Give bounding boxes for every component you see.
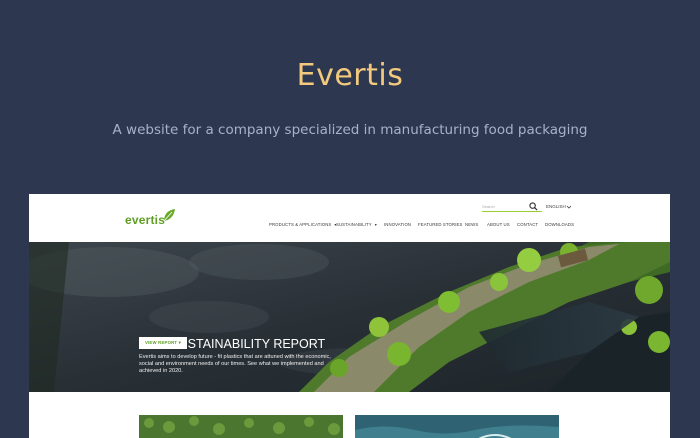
hero-banner: 2020 SUSTAINABILITY REPORT Evertis aims … [29,242,670,392]
nav-item-featured-stories[interactable]: FEATURED STORIES [418,222,462,227]
nav-item-downloads[interactable]: DOWNLOADS [545,222,574,227]
search-icon[interactable] [529,202,538,211]
view-report-button[interactable]: VIEW REPORT ▾ [139,337,187,349]
ocean-image [355,415,559,438]
nav-item-label: SUSTAINABILITY [336,222,372,227]
showcase-title: Evertis [296,58,404,93]
nav-item-label: PRODUCTS & APPLICATIONS [269,222,332,227]
nav-item-news[interactable]: NEWS [465,222,478,227]
nav-item-innovation[interactable]: INNOVATION [384,222,411,227]
language-selector[interactable]: ENGLISH [546,204,566,209]
logo-text: evertis [125,213,166,227]
nav-item-about-us[interactable]: ABOUT US [487,222,510,227]
field-image [139,415,343,438]
story-card-image[interactable] [355,415,559,438]
logo[interactable]: evertis [125,208,185,230]
chevron-down-icon: ▾ [178,340,182,345]
chevron-down-icon: ▾ [374,222,377,227]
hero-text: Evertis aims to develop future - fit pla… [139,354,331,374]
chevron-down-icon[interactable] [566,204,572,210]
website-preview: evertis ENGLISH PRODUCTS & APPLICATIONS▾… [29,194,670,438]
nav-item-contact[interactable]: CONTACT [517,222,538,227]
nav-item-products[interactable]: PRODUCTS & APPLICATIONS ▾ [269,222,337,227]
nav-item-sustainability[interactable]: SUSTAINABILITY ▾ [336,222,377,227]
view-report-label: VIEW REPORT [144,340,178,345]
story-card-image[interactable] [139,415,343,438]
search-input[interactable] [482,202,527,210]
hero-aerial-image [29,242,670,392]
leaf-icon [163,209,175,222]
showcase-subtitle: A website for a company specialized in m… [112,122,588,138]
site-header: evertis ENGLISH PRODUCTS & APPLICATIONS▾… [29,194,670,242]
